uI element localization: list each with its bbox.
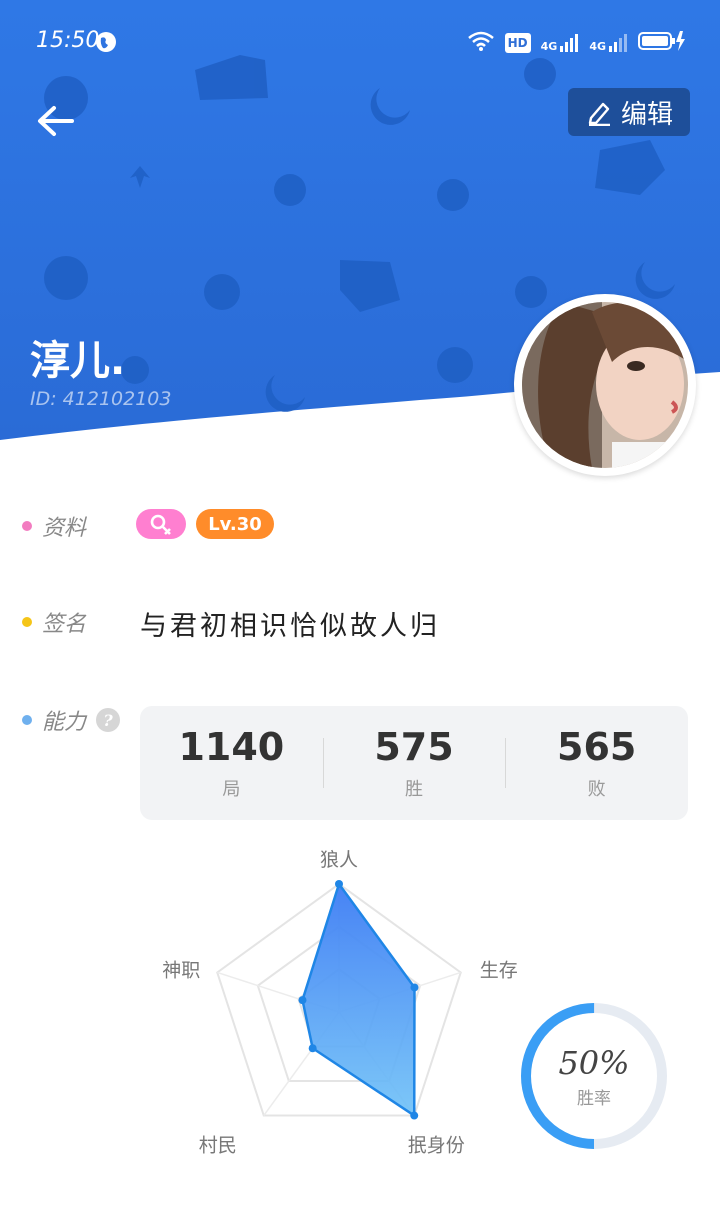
edit-button[interactable]: 编辑 (568, 88, 690, 136)
info-dot (22, 521, 32, 531)
battery-icon (638, 30, 686, 56)
avatar-photo (522, 302, 688, 468)
radar-axis-label: 神职 (162, 959, 200, 981)
signature-label: 签名 (42, 612, 87, 637)
stat-value: 1140 (178, 725, 285, 769)
status-icons: HD 4G 4G (467, 30, 686, 56)
signature-text: 与君初相识恰似故人归 (140, 611, 440, 642)
radar-axis-label: 村民 (199, 1135, 237, 1157)
radar-axis-label: 生存 (480, 959, 518, 981)
avatar[interactable] (514, 294, 696, 476)
radar-point (410, 1111, 419, 1120)
win-rate: 50% 胜率 (516, 998, 672, 1154)
wifi-icon (467, 30, 495, 56)
ability-row-label: 能力 ? (22, 704, 121, 736)
ability-dot (22, 715, 32, 725)
stat-label: 局 (222, 779, 241, 800)
stat-games: 1140 局 (140, 706, 323, 820)
pencil-icon (588, 102, 610, 126)
ability-radar-chart: 狼人生存抿身份 村民 神职 (162, 849, 518, 1157)
win-rate-label: 胜率 (577, 1088, 611, 1109)
signature-dot (22, 617, 32, 627)
gender-badge (136, 509, 186, 539)
globe-icon (94, 30, 118, 58)
nickname: 淳儿. (30, 338, 126, 384)
user-id: ID: 412102103 (30, 388, 172, 410)
arrow-left-icon (38, 106, 74, 136)
signal-icon-2: 4G (589, 33, 628, 53)
radar-point (335, 880, 343, 888)
help-icon[interactable]: ? (96, 708, 121, 732)
stat-value: 565 (557, 725, 637, 769)
info-label: 资料 (42, 516, 87, 541)
radar-axis-label: 抿身份 (408, 1135, 465, 1157)
stat-losses: 565 败 (505, 706, 688, 820)
stat-label: 败 (587, 779, 606, 800)
ability-label: 能力 (42, 710, 87, 735)
radar-point (298, 996, 307, 1005)
info-row-label: 资料 (22, 510, 86, 542)
hd-icon: HD (504, 33, 531, 53)
stat-wins: 575 胜 (322, 706, 506, 820)
status-bar: 15:50 HD 4G 4G (0, 24, 720, 64)
radar-axis-label: 狼人 (320, 849, 358, 871)
status-time: 15:50 (36, 28, 100, 53)
signal-icon-1: 4G (541, 33, 580, 53)
stat-value: 575 (374, 725, 454, 769)
win-rate-value: 50% (558, 1043, 630, 1082)
stat-label: 胜 (405, 779, 423, 800)
back-button[interactable] (34, 100, 78, 144)
radar-point (308, 1044, 317, 1053)
signature-row-label: 签名 (22, 606, 86, 638)
level-badge: Lv.30 (196, 509, 274, 539)
stats-card: 1140 局 575 胜 565 败 (140, 706, 688, 820)
edit-label: 编辑 (620, 99, 673, 130)
radar-point (410, 983, 419, 992)
female-icon (150, 514, 171, 535)
